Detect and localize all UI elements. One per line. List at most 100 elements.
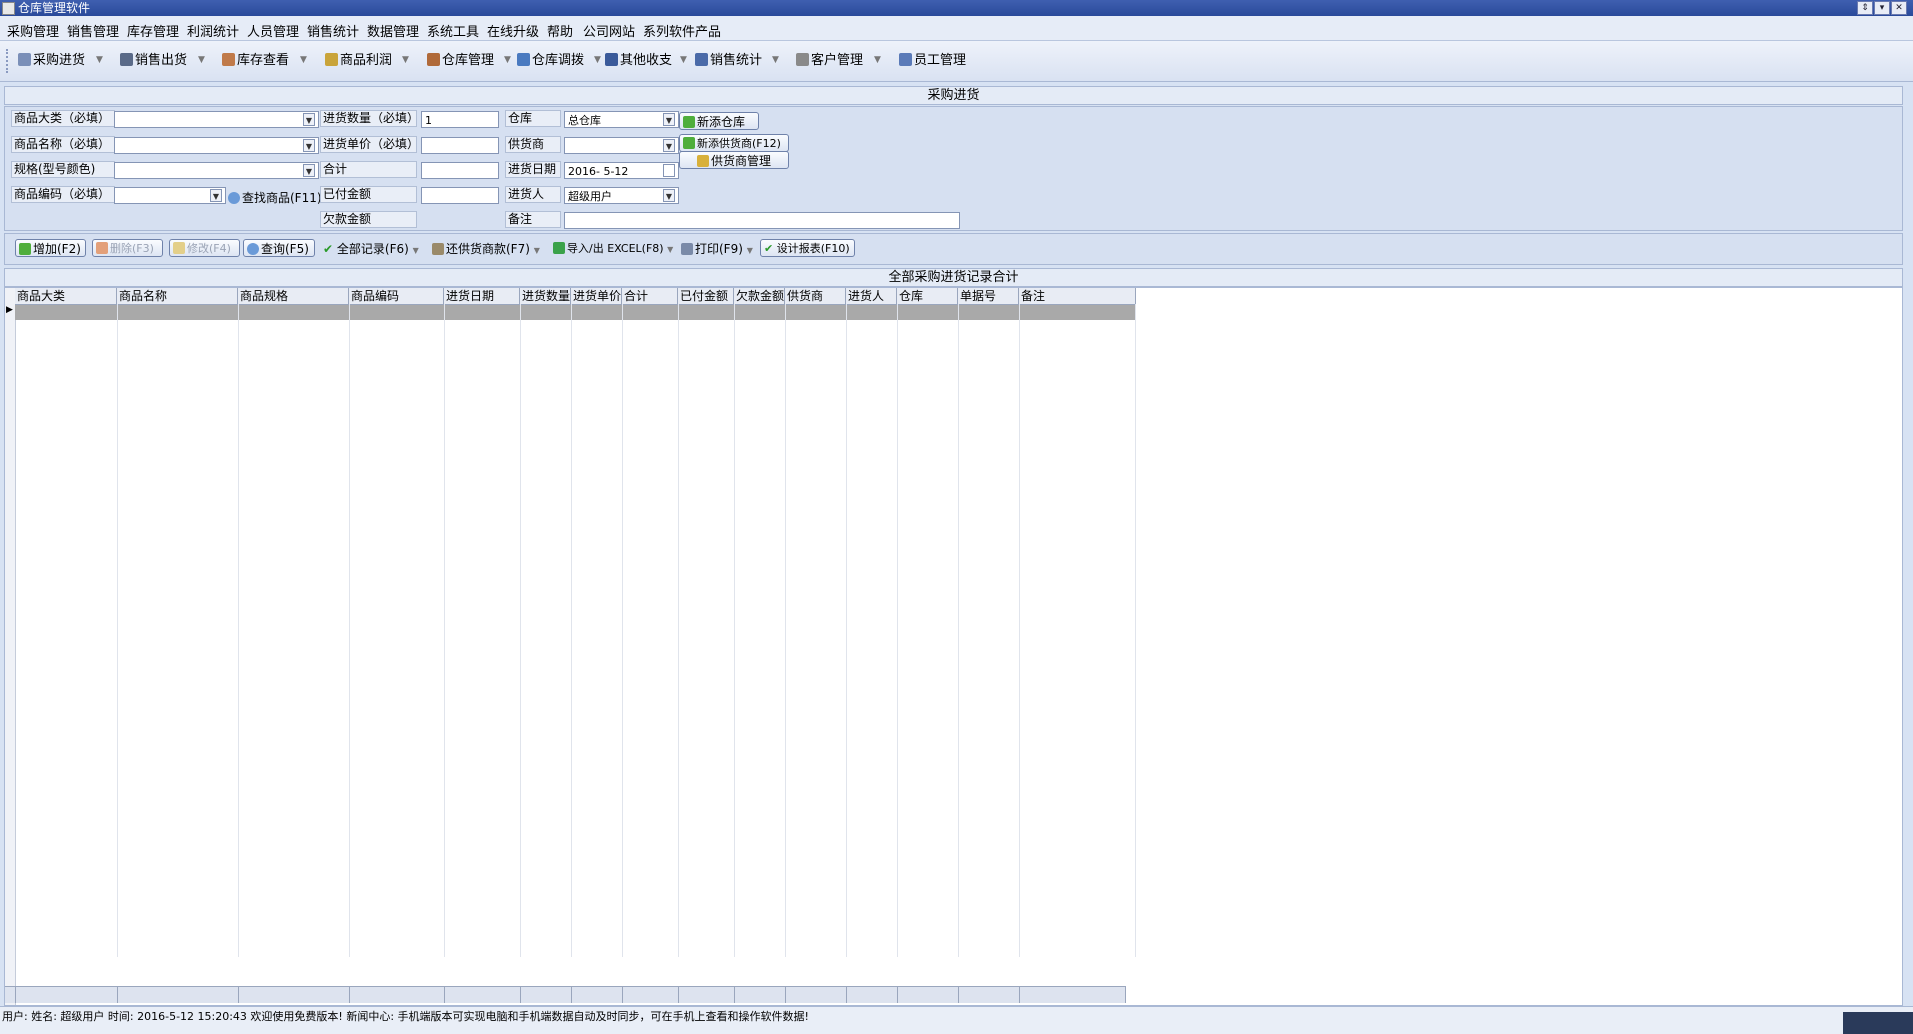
supplier-management-button[interactable]: 供货商管理 xyxy=(679,151,789,169)
column-header[interactable]: 商品名称 xyxy=(117,288,238,304)
toolbar-warehouse[interactable]: 仓库管理 xyxy=(427,51,494,71)
column-header[interactable]: 供货商 xyxy=(785,288,846,304)
column-header[interactable]: 商品规格 xyxy=(238,288,349,304)
chevron-down-icon[interactable]: ▼ xyxy=(303,113,315,126)
name-combo[interactable] xyxy=(114,137,319,154)
dropdown-arrow-icon[interactable]: ▼ xyxy=(402,55,409,65)
dropdown-arrow-icon[interactable]: ▼ xyxy=(504,55,511,65)
menu-purchase[interactable]: 采购管理 xyxy=(7,21,59,40)
remark-input[interactable] xyxy=(564,212,960,229)
pay-supplier-button[interactable]: 还供货商款(F7) ▼ xyxy=(432,240,540,258)
column-header[interactable]: 进货数量 xyxy=(520,288,571,304)
menu-sales-stats[interactable]: 销售统计 xyxy=(307,21,359,40)
dropdown-arrow-icon[interactable]: ▼ xyxy=(747,246,753,255)
records-table[interactable]: ▶ 商品大类 商品名称 商品规格 商品编码 进货日期 进货数量 进货单价 合计 … xyxy=(4,287,1903,1006)
toolbar-grip[interactable] xyxy=(6,49,11,73)
minimize-icon[interactable]: ▾ xyxy=(1874,1,1890,15)
menu-data[interactable]: 数据管理 xyxy=(367,21,419,40)
total-input[interactable] xyxy=(421,162,499,179)
spec-combo[interactable] xyxy=(114,162,319,179)
menu-personnel[interactable]: 人员管理 xyxy=(247,21,299,40)
dropdown-arrow-icon[interactable]: ▼ xyxy=(680,55,687,65)
menu-help[interactable]: 帮助 xyxy=(547,21,573,40)
column-header[interactable]: 商品大类 xyxy=(15,288,117,304)
toolbar-profit[interactable]: 商品利润 xyxy=(325,51,392,71)
toolbar-label: 库存查看 xyxy=(237,53,290,68)
toolbar-sales-stats[interactable]: 销售统计 xyxy=(695,51,762,71)
column-header[interactable]: 进货人 xyxy=(846,288,897,304)
find-product-button[interactable]: 查找商品(F11) xyxy=(228,189,322,207)
column-header[interactable]: 仓库 xyxy=(897,288,958,304)
menu-tools[interactable]: 系统工具 xyxy=(427,21,479,40)
chevron-down-icon[interactable]: ▼ xyxy=(663,113,675,126)
chevron-down-icon[interactable]: ▼ xyxy=(210,189,222,202)
dropdown-arrow-icon[interactable]: ▼ xyxy=(667,245,673,254)
column-header[interactable]: 单据号 xyxy=(958,288,1019,304)
restore-icon[interactable]: ⇕ xyxy=(1857,1,1873,15)
toolbar-staff[interactable]: 员工管理 xyxy=(899,51,966,71)
design-report-button[interactable]: ✔ 设计报表(F10) xyxy=(760,239,855,257)
all-records-button[interactable]: ✔ 全部记录(F6) ▼ xyxy=(323,240,419,258)
column-header[interactable]: 合计 xyxy=(622,288,678,304)
dropdown-arrow-icon[interactable]: ▼ xyxy=(413,246,419,255)
dropdown-arrow-icon[interactable]: ▼ xyxy=(772,55,779,65)
toolbar-sales[interactable]: 销售出货 xyxy=(120,51,187,71)
column-header[interactable]: 已付金额 xyxy=(678,288,734,304)
paid-input[interactable] xyxy=(421,187,499,204)
price-input[interactable] xyxy=(421,137,499,154)
supplier-combo[interactable] xyxy=(564,137,679,154)
query-button[interactable]: 查询(F5) xyxy=(243,239,315,257)
qty-input[interactable]: 1 xyxy=(421,111,499,128)
chevron-down-icon[interactable]: ▼ xyxy=(663,139,675,152)
dropdown-arrow-icon[interactable]: ▼ xyxy=(874,55,881,65)
chevron-down-icon[interactable]: ▼ xyxy=(663,189,675,202)
warehouse-combo[interactable]: 总仓库 xyxy=(564,111,679,128)
add-button[interactable]: 增加(F2) xyxy=(15,239,86,257)
menu-profit[interactable]: 利润统计 xyxy=(187,21,239,40)
close-icon[interactable]: ✕ xyxy=(1891,1,1907,15)
column-header[interactable]: 备注 xyxy=(1019,288,1136,304)
table-row[interactable] xyxy=(15,305,1135,320)
column-divider xyxy=(349,304,350,957)
chevron-down-icon[interactable]: ▼ xyxy=(303,164,315,177)
column-header[interactable]: 进货单价 xyxy=(571,288,622,304)
find-product-label: 查找商品(F11) xyxy=(242,191,322,205)
column-divider xyxy=(117,304,118,957)
menu-inventory[interactable]: 库存管理 xyxy=(127,21,179,40)
menu-website[interactable]: 公司网站 xyxy=(583,21,635,40)
menu-upgrade[interactable]: 在线升级 xyxy=(487,21,539,40)
dropdown-arrow-icon[interactable]: ▼ xyxy=(594,55,601,65)
toolbar-label: 仓库调拨 xyxy=(532,53,585,68)
column-header[interactable]: 商品编码 xyxy=(349,288,444,304)
plus-icon xyxy=(683,116,695,128)
person-combo[interactable]: 超级用户 xyxy=(564,187,679,204)
dropdown-arrow-icon[interactable]: ▼ xyxy=(534,246,540,255)
new-warehouse-button[interactable]: 新添仓库 xyxy=(679,112,759,130)
toolbar-customers[interactable]: 客户管理 xyxy=(796,51,863,71)
toolbar-transfer[interactable]: 仓库调拨 xyxy=(517,51,584,71)
import-export-button[interactable]: 导入/出 EXCEL(F8) ▼ xyxy=(553,240,673,258)
toolbar-purchase[interactable]: 采购进货 xyxy=(18,51,85,71)
column-header[interactable]: 欠款金额 xyxy=(734,288,785,304)
app-icon[interactable] xyxy=(2,2,15,15)
calendar-checkbox[interactable] xyxy=(663,164,675,177)
date-picker[interactable]: 2016- 5-12 xyxy=(564,162,679,179)
column-header[interactable]: 进货日期 xyxy=(444,288,520,304)
delete-button[interactable]: 删除(F3) xyxy=(92,239,163,257)
column-divider xyxy=(958,304,959,957)
dropdown-arrow-icon[interactable]: ▼ xyxy=(198,55,205,65)
toolbar-stock[interactable]: 库存查看 xyxy=(222,51,289,71)
menu-products[interactable]: 系列软件产品 xyxy=(643,21,721,40)
status-text: 用户: 姓名: 超级用户 时间: 2016-5-12 15:20:43 欢迎使用… xyxy=(2,1010,809,1023)
dropdown-arrow-icon[interactable]: ▼ xyxy=(96,55,103,65)
check-icon: ✔ xyxy=(323,242,334,256)
category-combo[interactable] xyxy=(114,111,319,128)
menu-sales[interactable]: 销售管理 xyxy=(67,21,119,40)
toolbar-other[interactable]: 其他收支 xyxy=(605,51,672,71)
window-title: 仓库管理软件 xyxy=(18,1,91,15)
dropdown-arrow-icon[interactable]: ▼ xyxy=(300,55,307,65)
chevron-down-icon[interactable]: ▼ xyxy=(303,139,315,152)
new-supplier-button[interactable]: 新添供货商(F12) xyxy=(679,134,789,152)
modify-button[interactable]: 修改(F4) xyxy=(169,239,240,257)
print-button[interactable]: 打印(F9) ▼ xyxy=(681,240,753,258)
